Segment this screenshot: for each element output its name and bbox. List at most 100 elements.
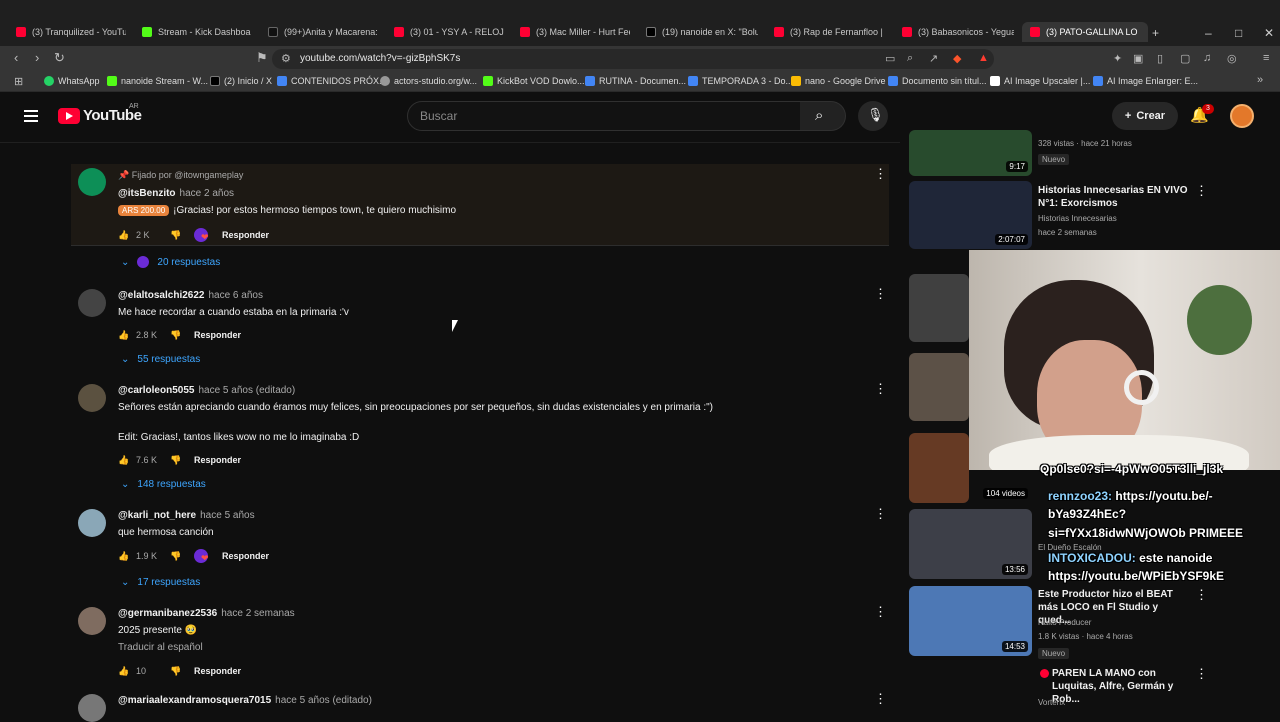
video-thumbnail[interactable] [909,353,969,421]
comment-menu-icon[interactable]: ⋮ [874,692,887,707]
bookmark-item[interactable]: TEMPORADA 3 - Do... [688,76,793,86]
avatar[interactable] [78,694,106,722]
dislike-icon[interactable]: 👎 [170,551,184,562]
channel-name[interactable]: Historias Innecesarias [1038,214,1117,223]
comment-time[interactable]: hace 5 años (editado) [198,385,295,396]
video-menu-icon[interactable]: ⋮ [1195,666,1208,682]
comment-time[interactable]: hace 2 semanas [221,608,294,619]
comment-menu-icon[interactable]: ⋮ [874,287,887,302]
video-thumbnail[interactable]: 13:56 [909,509,1032,579]
bookmark-item[interactable]: nanoide Stream - W... [107,76,208,86]
channel-name[interactable]: Naito Producer [1038,618,1091,627]
create-button[interactable]: + Crear [1112,102,1178,130]
reply-button[interactable]: Responder [222,230,269,240]
bookmark-icon[interactable]: ⚑ [256,50,268,66]
avatar[interactable] [78,509,106,537]
cast-icon[interactable]: ▭ [885,52,895,65]
minimize-icon[interactable]: – [1205,26,1212,40]
dislike-icon[interactable]: 👎 [170,330,184,341]
comment-menu-icon[interactable]: ⋮ [874,382,887,397]
dislike-icon[interactable]: 👎 [170,455,184,466]
bookmark-item[interactable]: CONTENIDOS PRÓX... [277,76,387,86]
reply-button[interactable]: Responder [194,666,241,676]
comment-menu-icon[interactable]: ⋮ [874,507,887,522]
video-menu-icon[interactable]: ⋮ [1195,587,1208,603]
search-input[interactable] [407,101,801,131]
tab-5[interactable]: (3) Mac Miller - Hurt Feelin [520,22,630,42]
bookmark-item[interactable]: AI Image Enlarger: E... [1093,76,1198,86]
video-thumbnail[interactable]: 14:53 [909,586,1032,656]
voice-search-button[interactable]: 🎙 [858,101,888,131]
more-bookmarks-icon[interactable]: » [1257,74,1263,86]
replies-toggle[interactable]: ⌄ 17 respuestas [121,575,200,589]
comment-author[interactable]: @carloleon5055 hace 5 años (editado) [118,385,295,396]
extension-icon[interactable]: ▣ [1133,52,1143,65]
reload-icon[interactable]: ↻ [54,50,65,66]
comment-author[interactable]: @karli_not_here hace 5 años [118,510,255,521]
bookmark-item[interactable]: AI Image Upscaler |... [990,76,1090,86]
tab-3[interactable]: (99+)Anita y Macarena: R [268,22,378,42]
tab-active[interactable]: (3) PATO-GALLINA LO [1022,22,1148,42]
like-icon[interactable]: 👍 [118,551,132,562]
bookmark-item[interactable]: WhatsApp [44,76,100,86]
comment-menu-icon[interactable]: ⋮ [874,167,887,182]
comment-author[interactable]: @mariaalexandramosquera7015 hace 5 años (… [118,695,372,706]
replies-toggle[interactable]: ⌄ 55 respuestas [121,352,200,366]
replies-toggle[interactable]: ⌄ 148 respuestas [121,477,206,491]
back-icon[interactable]: ‹ [14,50,18,65]
wallet-icon[interactable]: ▢ [1180,52,1190,65]
like-icon[interactable]: 👍 [118,455,132,466]
youtube-logo-icon[interactable] [58,108,80,124]
reply-button[interactable]: Responder [194,330,241,340]
zoom-icon[interactable]: ⌕ [907,52,913,65]
tab-1[interactable]: (3) Tranquilized - YouTube [16,22,126,42]
replies-toggle[interactable]: ⌄ 20 respuestas [121,255,220,269]
video-thumbnail[interactable]: 2:07:07 [909,181,1032,249]
bookmark-item[interactable]: KickBot VOD Dowlo... [483,76,585,86]
account-avatar[interactable] [1230,104,1254,128]
dislike-icon[interactable]: 👎 [170,230,184,241]
comment-time[interactable]: hace 2 años [180,188,235,199]
video-title[interactable]: Historias Innecesarias EN VIVO N°1: Exor… [1038,184,1188,210]
brave-rewards-icon[interactable]: ▲ [978,52,989,64]
brave-shield-icon[interactable]: ◆ [953,52,961,65]
bookmark-item[interactable]: (2) Inicio / X [210,76,272,86]
close-window-icon[interactable]: ✕ [1264,26,1274,40]
tab-8[interactable]: (3) Babasonicos - Yegua - [902,22,1014,42]
video-thumbnail[interactable] [909,274,969,342]
extensions-icon[interactable]: ✦ [1113,52,1122,65]
bookmark-item[interactable]: actors-studio.org/w... [380,76,477,86]
search-button[interactable]: ⌕ [800,101,846,131]
bookmark-item[interactable]: RUTINA - Documen... [585,76,686,86]
tab-7[interactable]: (3) Rap de Fernanfloo | Ba [774,22,886,42]
url-text[interactable]: youtube.com/watch?v=-gizBphSK7s [300,53,460,64]
comment-time[interactable]: hace 5 años [200,510,255,521]
vpn-icon[interactable]: ◎ [1227,52,1237,65]
video-title[interactable]: PAREN LA MANO con Luquitas, Alfre, Germá… [1052,667,1202,706]
comment-time[interactable]: hace 6 años [208,290,263,301]
comment-author[interactable]: @germanibanez2536 hace 2 semanas [118,608,295,619]
avatar[interactable] [78,168,106,196]
bookmark-item[interactable]: Documento sin títul... [888,76,987,86]
forward-icon[interactable]: › [35,50,39,65]
dislike-icon[interactable]: 👎 [170,666,184,677]
translate-link[interactable]: Traducir al español [118,642,203,653]
like-icon[interactable]: 👍 [118,230,132,241]
guide-menu-icon[interactable] [24,110,38,122]
media-icon[interactable]: ♫ [1203,52,1211,64]
comment-time[interactable]: hace 5 años (editado) [275,695,372,706]
like-icon[interactable]: 👍 [118,330,132,341]
tab-4[interactable]: (3) 01 - YSY A - RELOJES R [394,22,504,42]
apps-grid-icon[interactable]: ⊞ [14,75,23,88]
bookmark-item[interactable]: nano - Google Drive [791,76,886,86]
maximize-icon[interactable]: □ [1235,26,1242,40]
comment-author[interactable]: @itsBenzito hace 2 años [118,188,234,199]
like-icon[interactable]: 👍 [118,666,132,677]
new-tab-icon[interactable]: + [1152,26,1159,40]
reply-button[interactable]: Responder [222,551,269,561]
comment-author[interactable]: @elaltosalchi2622 hace 6 años [118,290,263,301]
comment-menu-icon[interactable]: ⋮ [874,605,887,620]
share-icon[interactable]: ↗ [929,52,938,65]
video-thumbnail[interactable]: 9:17 [909,130,1032,176]
menu-icon[interactable]: ≡ [1263,52,1269,64]
